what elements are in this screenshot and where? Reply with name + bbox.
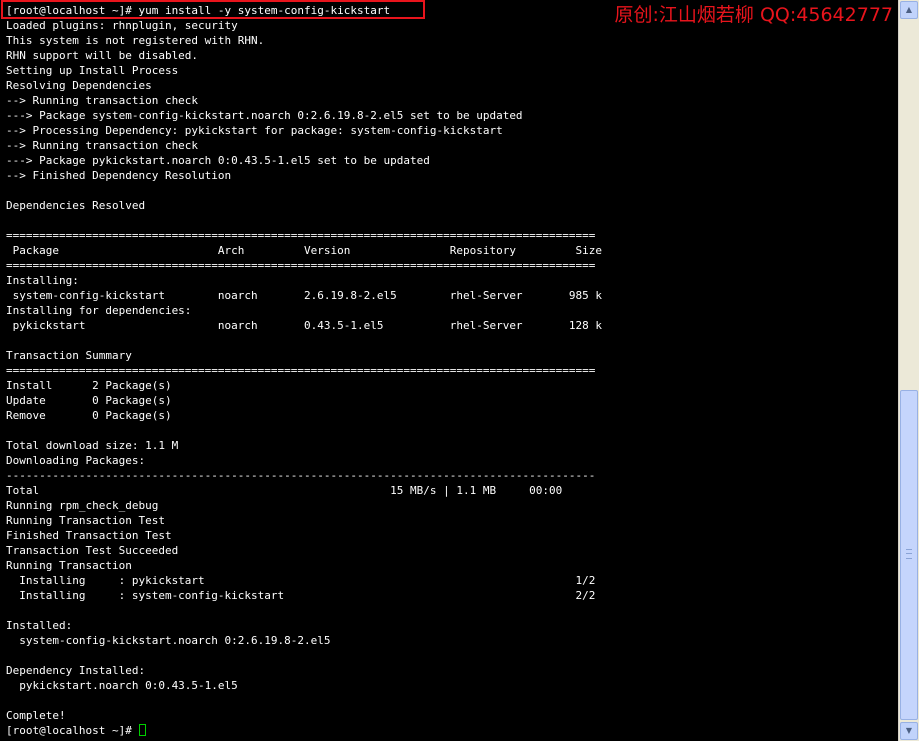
terminal-line: --> Running transaction check	[6, 94, 199, 107]
terminal-line: Update 0 Package(s)	[6, 394, 172, 407]
terminal-text: [root@localhost ~]# yum install -y syste…	[6, 3, 602, 738]
scroll-down-arrow-icon[interactable]: ▼	[900, 722, 918, 740]
scrollbar-grip-icon	[906, 549, 912, 559]
terminal-line: pykickstart.noarch 0:0.43.5-1.el5	[6, 679, 238, 692]
terminal-line: Remove 0 Package(s)	[6, 409, 172, 422]
terminal-line: --> Finished Dependency Resolution	[6, 169, 232, 182]
terminal-line: Install 2 Package(s)	[6, 379, 172, 392]
terminal-line: Dependency Installed:	[6, 664, 146, 677]
terminal-line: ========================================…	[6, 229, 596, 242]
scroll-up-arrow-icon[interactable]: ▲	[900, 1, 918, 19]
terminal-line: Installed:	[6, 619, 73, 632]
terminal-line: This system is not registered with RHN.	[6, 34, 265, 47]
terminal-line: ---> Package pykickstart.noarch 0:0.43.5…	[6, 154, 430, 167]
vertical-scrollbar[interactable]: ▲ ▼	[898, 0, 919, 741]
terminal-line: ----------------------------------------…	[6, 469, 596, 482]
terminal-line: ========================================…	[6, 259, 596, 272]
terminal-line: ---> Package system-config-kickstart.noa…	[6, 109, 523, 122]
terminal-line: [root@localhost ~]# yum install -y syste…	[6, 4, 391, 17]
terminal-line: Dependencies Resolved	[6, 199, 146, 212]
terminal-line: ========================================…	[6, 364, 596, 377]
terminal-prompt-line[interactable]: [root@localhost ~]#	[6, 723, 602, 738]
terminal-window: [root@localhost ~]# yum install -y syste…	[0, 0, 919, 741]
terminal-line: Installing:	[6, 274, 79, 287]
terminal-line: Downloading Packages:	[6, 454, 146, 467]
terminal-line: --> Processing Dependency: pykickstart f…	[6, 124, 503, 137]
terminal-line: Complete!	[6, 709, 66, 722]
terminal-line: pykickstart noarch 0.43.5-1.el5 rhel-Ser…	[6, 319, 603, 332]
text-cursor-icon	[139, 724, 147, 736]
terminal-line: --> Running transaction check	[6, 139, 199, 152]
terminal-line: Finished Transaction Test	[6, 529, 172, 542]
terminal-line: Running Transaction	[6, 559, 132, 572]
terminal-line: system-config-kickstart.noarch 0:2.6.19.…	[6, 634, 331, 647]
terminal-line: Setting up Install Process	[6, 64, 179, 77]
terminal-line: Transaction Test Succeeded	[6, 544, 179, 557]
terminal-line: Running rpm_check_debug	[6, 499, 159, 512]
terminal-line: Transaction Summary	[6, 349, 132, 362]
terminal-line: Total 15 MB/s | 1.1 MB 00:00	[6, 484, 563, 497]
scrollbar-thumb[interactable]	[900, 390, 918, 720]
terminal-line: Running Transaction Test	[6, 514, 165, 527]
terminal-line: Installing : pykickstart 1/2	[6, 574, 596, 587]
terminal-line: Installing : system-config-kickstart 2/2	[6, 589, 596, 602]
watermark-text: 原创:江山烟若柳 QQ:45642777	[614, 4, 893, 26]
terminal-line: Resolving Dependencies	[6, 79, 152, 92]
terminal-line: Total download size: 1.1 M	[6, 439, 179, 452]
terminal-line: Package Arch Version Repository Size	[6, 244, 603, 257]
terminal-line: Installing for dependencies:	[6, 304, 192, 317]
terminal-output-area[interactable]: [root@localhost ~]# yum install -y syste…	[0, 0, 898, 741]
shell-prompt: [root@localhost ~]#	[6, 724, 139, 737]
terminal-line: Loaded plugins: rhnplugin, security	[6, 19, 238, 32]
terminal-line: system-config-kickstart noarch 2.6.19.8-…	[6, 289, 603, 302]
terminal-line: RHN support will be disabled.	[6, 49, 199, 62]
